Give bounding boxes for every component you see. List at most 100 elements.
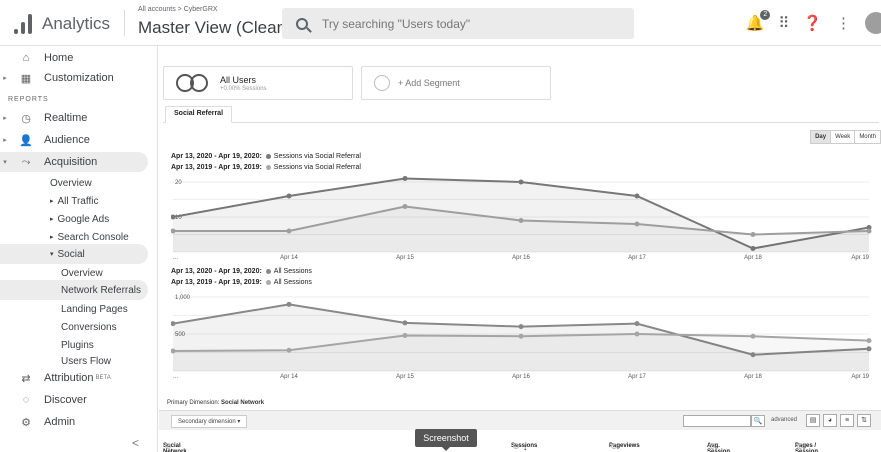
search-icon[interactable]: 🔍 (751, 415, 765, 427)
search-icon (296, 17, 308, 30)
segment-title: All Users (220, 74, 257, 85)
sidebar-item-label: Social (57, 248, 85, 260)
avatar[interactable] (865, 12, 881, 34)
clock-icon: ◷ (21, 112, 31, 125)
data-point[interactable] (634, 331, 640, 337)
table-view-icon[interactable]: ▤ (806, 414, 820, 427)
chart2-legend-row1: Apr 13, 2020 - Apr 19, 2020: All Sessions (171, 268, 312, 275)
sidebar-item-label: Admin (44, 416, 76, 428)
collapse-sidebar-button[interactable]: < (132, 436, 139, 450)
chart1-legend-row2: Apr 13, 2019 - Apr 19, 2019: Sessions via… (171, 164, 361, 171)
period-day-button[interactable]: Day (810, 130, 832, 144)
segment-circles-icon (176, 74, 212, 92)
sidebar-item-discover[interactable]: ◌ Discover (0, 390, 148, 410)
analytics-logo-icon[interactable] (14, 12, 34, 34)
table-toolbar: Secondary dimension ▾ 🔍 advanced ▤ ◕ ≡ ⇅ (159, 410, 881, 430)
sidebar-item-label: Network Referrals (61, 284, 142, 296)
x-tick-label: Apr 15 (396, 374, 414, 380)
data-point[interactable] (518, 324, 524, 330)
sidebar-item-home[interactable]: ⌂ Home (0, 48, 148, 68)
expand-arrow-icon: ▸ (50, 216, 54, 223)
sidebar-item-label: Overview (50, 177, 92, 189)
x-tick-label: Apr 15 (396, 255, 414, 261)
sidebar-item-realtime[interactable]: ▸ ◷ Realtime (0, 108, 148, 128)
sidebar-item-label: Google Ads (57, 213, 110, 225)
data-point[interactable] (518, 218, 524, 223)
segment-all-users[interactable]: All Users +0.00% Sessions (163, 66, 353, 100)
period-week-button[interactable]: Week (830, 130, 856, 144)
sidebar-item-attribution[interactable]: ⇄ Attribution BETA (0, 368, 148, 388)
sidebar-item-audience[interactable]: ▸ 👤 Audience (0, 130, 148, 150)
data-point[interactable] (402, 320, 408, 326)
data-point[interactable] (634, 193, 640, 199)
sidebar-item-acquisition-overview[interactable]: Overview (0, 174, 148, 192)
sidebar-item-conversions[interactable]: Conversions (0, 318, 148, 336)
data-point[interactable] (750, 232, 756, 237)
notification-badge: 2 (760, 10, 771, 20)
add-segment-label: + Add Segment (398, 78, 460, 88)
data-point[interactable] (402, 332, 408, 338)
help-icon[interactable]: ❓ (803, 14, 822, 32)
caret-down-icon: ▾ (237, 419, 241, 425)
data-point[interactable] (518, 179, 524, 185)
apps-grid-icon[interactable]: ⠿ (778, 14, 789, 32)
bell-icon[interactable]: 🔔 2 (746, 10, 771, 32)
data-point[interactable] (286, 228, 292, 234)
sidebar-item-label: Conversions (61, 321, 117, 333)
add-segment-button[interactable]: + Add Segment (361, 66, 551, 100)
person-icon: 👤 (19, 134, 33, 147)
sidebar-item-all-traffic[interactable]: ▸ All Traffic (0, 192, 148, 210)
sidebar-item-landing-pages[interactable]: Landing Pages (0, 300, 148, 318)
performance-view-icon[interactable]: ≡ (840, 414, 854, 427)
chart2-legend-row2: Apr 13, 2019 - Apr 19, 2019: All Sessions (171, 279, 312, 286)
home-icon: ⌂ (22, 52, 30, 64)
sidebar-item-customization[interactable]: ▸ ▦ Customization (0, 68, 148, 88)
table-filter-input[interactable] (683, 415, 751, 427)
data-point[interactable] (402, 176, 408, 181)
main-content: All Users +0.00% Sessions + Add Segment … (159, 46, 881, 452)
data-point[interactable] (402, 204, 408, 209)
x-tick-label: Apr 17 (628, 255, 646, 261)
account-breadcrumb[interactable]: All accounts > CyberGRX (138, 6, 218, 13)
sidebar-item-admin[interactable]: ⚙ Admin (0, 412, 148, 432)
sidebar-item-acquisition[interactable]: ▾ ⤳ Acquisition (0, 152, 148, 172)
all-sessions-chart[interactable]: 1,000500...Apr 14Apr 15Apr 16Apr 17Apr 1… (171, 291, 877, 381)
sidebar-item-label: Search Console (57, 231, 129, 243)
expand-arrow-icon: ▸ (3, 137, 7, 144)
primary-dimension-value[interactable]: Social Network (221, 400, 264, 406)
data-point[interactable] (866, 228, 872, 234)
sidebar-item-label: Home (44, 52, 74, 64)
data-point[interactable] (634, 321, 640, 327)
sidebar-item-network-referrals[interactable]: Network Referrals (0, 280, 148, 300)
pie-view-icon[interactable]: ◕ (823, 414, 837, 427)
x-tick-label: ... (173, 255, 178, 261)
primary-dimension-label: Primary Dimension: (167, 400, 220, 406)
data-point[interactable] (286, 347, 292, 353)
secondary-dimension-dropdown[interactable]: Secondary dimension ▾ (171, 415, 248, 428)
data-point[interactable] (634, 221, 640, 227)
lightbulb-icon: ◌ (22, 394, 30, 406)
more-vert-icon[interactable]: ⋮ (836, 14, 851, 32)
sidebar-item-social[interactable]: ▾ Social (0, 244, 148, 264)
sidebar-item-label: Realtime (44, 112, 88, 124)
advanced-filter-link[interactable]: advanced (771, 417, 797, 423)
period-month-button[interactable]: Month (854, 130, 881, 144)
divider (124, 10, 125, 36)
data-point[interactable] (866, 338, 872, 344)
data-point[interactable] (286, 193, 292, 199)
primary-dimension: Primary Dimension: Social Network (167, 400, 264, 406)
help-icon: ? (165, 443, 171, 449)
expand-arrow-icon: ▸ (50, 198, 54, 205)
chart1-legend-row1: Apr 13, 2020 - Apr 19, 2020: Sessions via… (171, 153, 361, 160)
data-point[interactable] (518, 333, 524, 339)
gear-icon: ⚙ (21, 416, 31, 429)
legend-dot (265, 164, 271, 170)
sessions-via-social-referral-chart[interactable]: 2010...Apr 14Apr 15Apr 16Apr 17Apr 18Apr… (171, 176, 877, 262)
top-icons: 🔔 2 ⠿ ❓ ⋮ (746, 10, 881, 36)
sidebar-item-google-ads[interactable]: ▸ Google Ads (0, 210, 148, 228)
tab-social-referral[interactable]: Social Referral (165, 106, 233, 123)
search-input[interactable]: Try searching "Users today" (282, 8, 634, 39)
data-point[interactable] (750, 333, 756, 339)
data-point[interactable] (286, 301, 292, 307)
comparison-view-icon[interactable]: ⇅ (857, 414, 871, 427)
